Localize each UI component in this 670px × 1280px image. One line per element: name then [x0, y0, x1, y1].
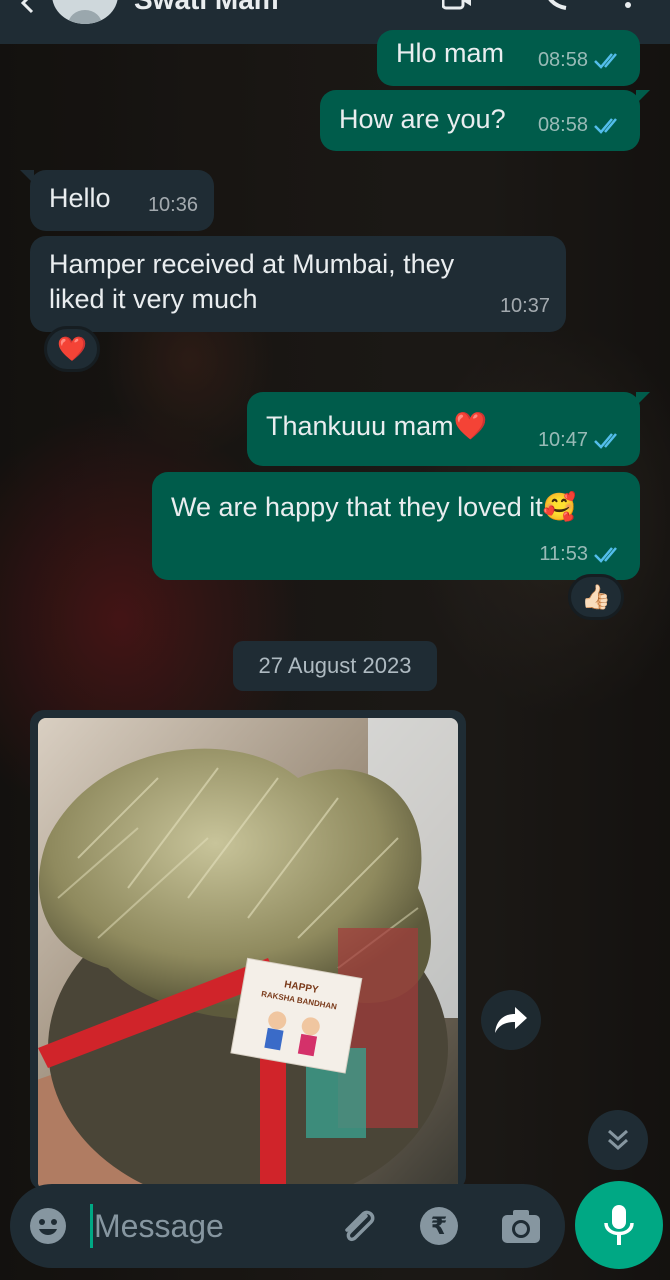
message-input[interactable]: [94, 1198, 314, 1254]
scroll-down-icon: [608, 1129, 628, 1151]
avatar[interactable]: [52, 0, 118, 24]
thumbs-up-reaction-icon: 👍🏻: [581, 583, 611, 611]
message-time: 08:58: [537, 49, 588, 71]
text-cursor: [90, 1204, 93, 1248]
forward-icon: [495, 1007, 527, 1033]
message-meta: 10:47: [538, 423, 624, 458]
message-time: 10:37: [499, 295, 550, 317]
message-bubble-outgoing[interactable]: Thankuuu mam❤️ 10:47: [247, 392, 650, 466]
message-text: Hlo mam: [396, 38, 505, 68]
message-text: Hello: [49, 183, 111, 213]
read-ticks-icon: [594, 432, 617, 449]
more-icon[interactable]: [616, 0, 640, 10]
message-bubble-incoming[interactable]: Hello 10:36: [20, 170, 214, 231]
message-bubble-outgoing[interactable]: We are happy that they loved it🥰 11:53: [152, 472, 640, 580]
message-time: 11:53: [539, 543, 588, 565]
message-text: Thankuuu mam❤️: [266, 411, 488, 441]
forward-button[interactable]: [481, 990, 541, 1050]
camera-icon[interactable]: [500, 1206, 542, 1246]
hamper-photo-illustration: HAPPY RAKSHA BANDHAN: [38, 718, 458, 1190]
read-ticks-icon: [594, 546, 617, 563]
message-bubble-outgoing[interactable]: How are you? 08:58: [320, 90, 650, 151]
heart-reaction-icon: ❤️: [57, 335, 87, 363]
message-composer: ₹: [10, 1184, 565, 1268]
message-time: 10:47: [537, 429, 588, 451]
read-ticks-icon: [594, 117, 617, 134]
reaction-badge[interactable]: ❤️: [44, 326, 100, 372]
message-text-line2: liked it very much: [49, 284, 258, 314]
message-meta: 08:58: [538, 43, 624, 78]
message-bubble-outgoing[interactable]: Hlo mam 08:58: [377, 30, 640, 86]
message-text: We are happy that they loved it🥰: [171, 492, 577, 522]
message-meta: 10:36: [148, 188, 198, 223]
video-call-icon[interactable]: [442, 0, 472, 10]
voice-record-button[interactable]: [575, 1181, 663, 1269]
emoji-icon[interactable]: [28, 1206, 68, 1246]
message-bubble-incoming[interactable]: Hamper received at Mumbai, they liked it…: [30, 236, 566, 332]
message-text-line1: Hamper received at Mumbai, they: [49, 249, 455, 279]
date-separator: 27 August 2023: [233, 641, 437, 691]
message-time: 10:36: [147, 194, 198, 216]
mic-icon: [604, 1205, 634, 1245]
message-meta: 11:53: [539, 537, 624, 572]
scroll-to-bottom-button[interactable]: [588, 1110, 648, 1170]
message-time: 08:58: [537, 114, 588, 136]
rupee-icon[interactable]: ₹: [420, 1207, 458, 1245]
message-meta: 08:58: [538, 108, 624, 143]
contact-name[interactable]: Swati Mam: [134, 0, 279, 16]
image-message[interactable]: HAPPY RAKSHA BANDHAN: [30, 710, 466, 1190]
attach-icon[interactable]: [336, 1204, 380, 1248]
phone-icon[interactable]: [540, 0, 570, 10]
back-arrow-icon[interactable]: [18, 0, 40, 14]
message-meta: 10:37: [500, 289, 550, 324]
hamper-photo[interactable]: HAPPY RAKSHA BANDHAN: [38, 718, 458, 1190]
reaction-badge[interactable]: 👍🏻: [568, 574, 624, 620]
message-text: How are you?: [339, 104, 506, 134]
read-ticks-icon: [594, 52, 617, 69]
